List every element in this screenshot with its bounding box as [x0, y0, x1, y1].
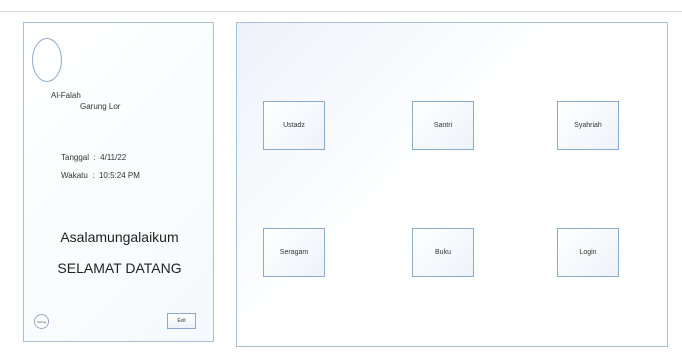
login-button[interactable]: Login — [557, 228, 619, 277]
time-row: Wakatu : 10:5:24 PM — [61, 171, 140, 180]
santri-button[interactable]: Santri — [412, 101, 474, 150]
org-location: Garung Lor — [80, 102, 121, 111]
setting-button[interactable]: Setting — [34, 314, 49, 329]
greeting-text: Asalamungalaikum — [60, 229, 179, 245]
syahriah-button[interactable]: Syahriah — [557, 101, 619, 150]
top-divider — [0, 11, 682, 12]
exit-button[interactable]: Exit — [167, 313, 196, 329]
logo-placeholder — [32, 38, 62, 82]
time-value: 10:5:24 PM — [98, 171, 140, 180]
ustadz-button[interactable]: Ustadz — [263, 101, 325, 150]
welcome-text: SELAMAT DATANG — [57, 260, 182, 276]
sidebar-panel: Al-Falah Garung Lor Tanggal : 4/11/22 Wa… — [23, 22, 214, 342]
time-label: Wakatu — [61, 171, 88, 180]
menu-panel: Ustadz Santri Syahriah Seragam Buku Logi… — [236, 22, 668, 347]
seragam-button[interactable]: Seragam — [263, 228, 325, 277]
org-name: Al-Falah — [51, 91, 81, 100]
date-label: Tanggal — [61, 153, 90, 162]
date-row: Tanggal : 4/11/22 — [61, 153, 127, 162]
buku-button[interactable]: Buku — [412, 228, 474, 277]
date-value: 4/11/22 — [100, 153, 127, 162]
